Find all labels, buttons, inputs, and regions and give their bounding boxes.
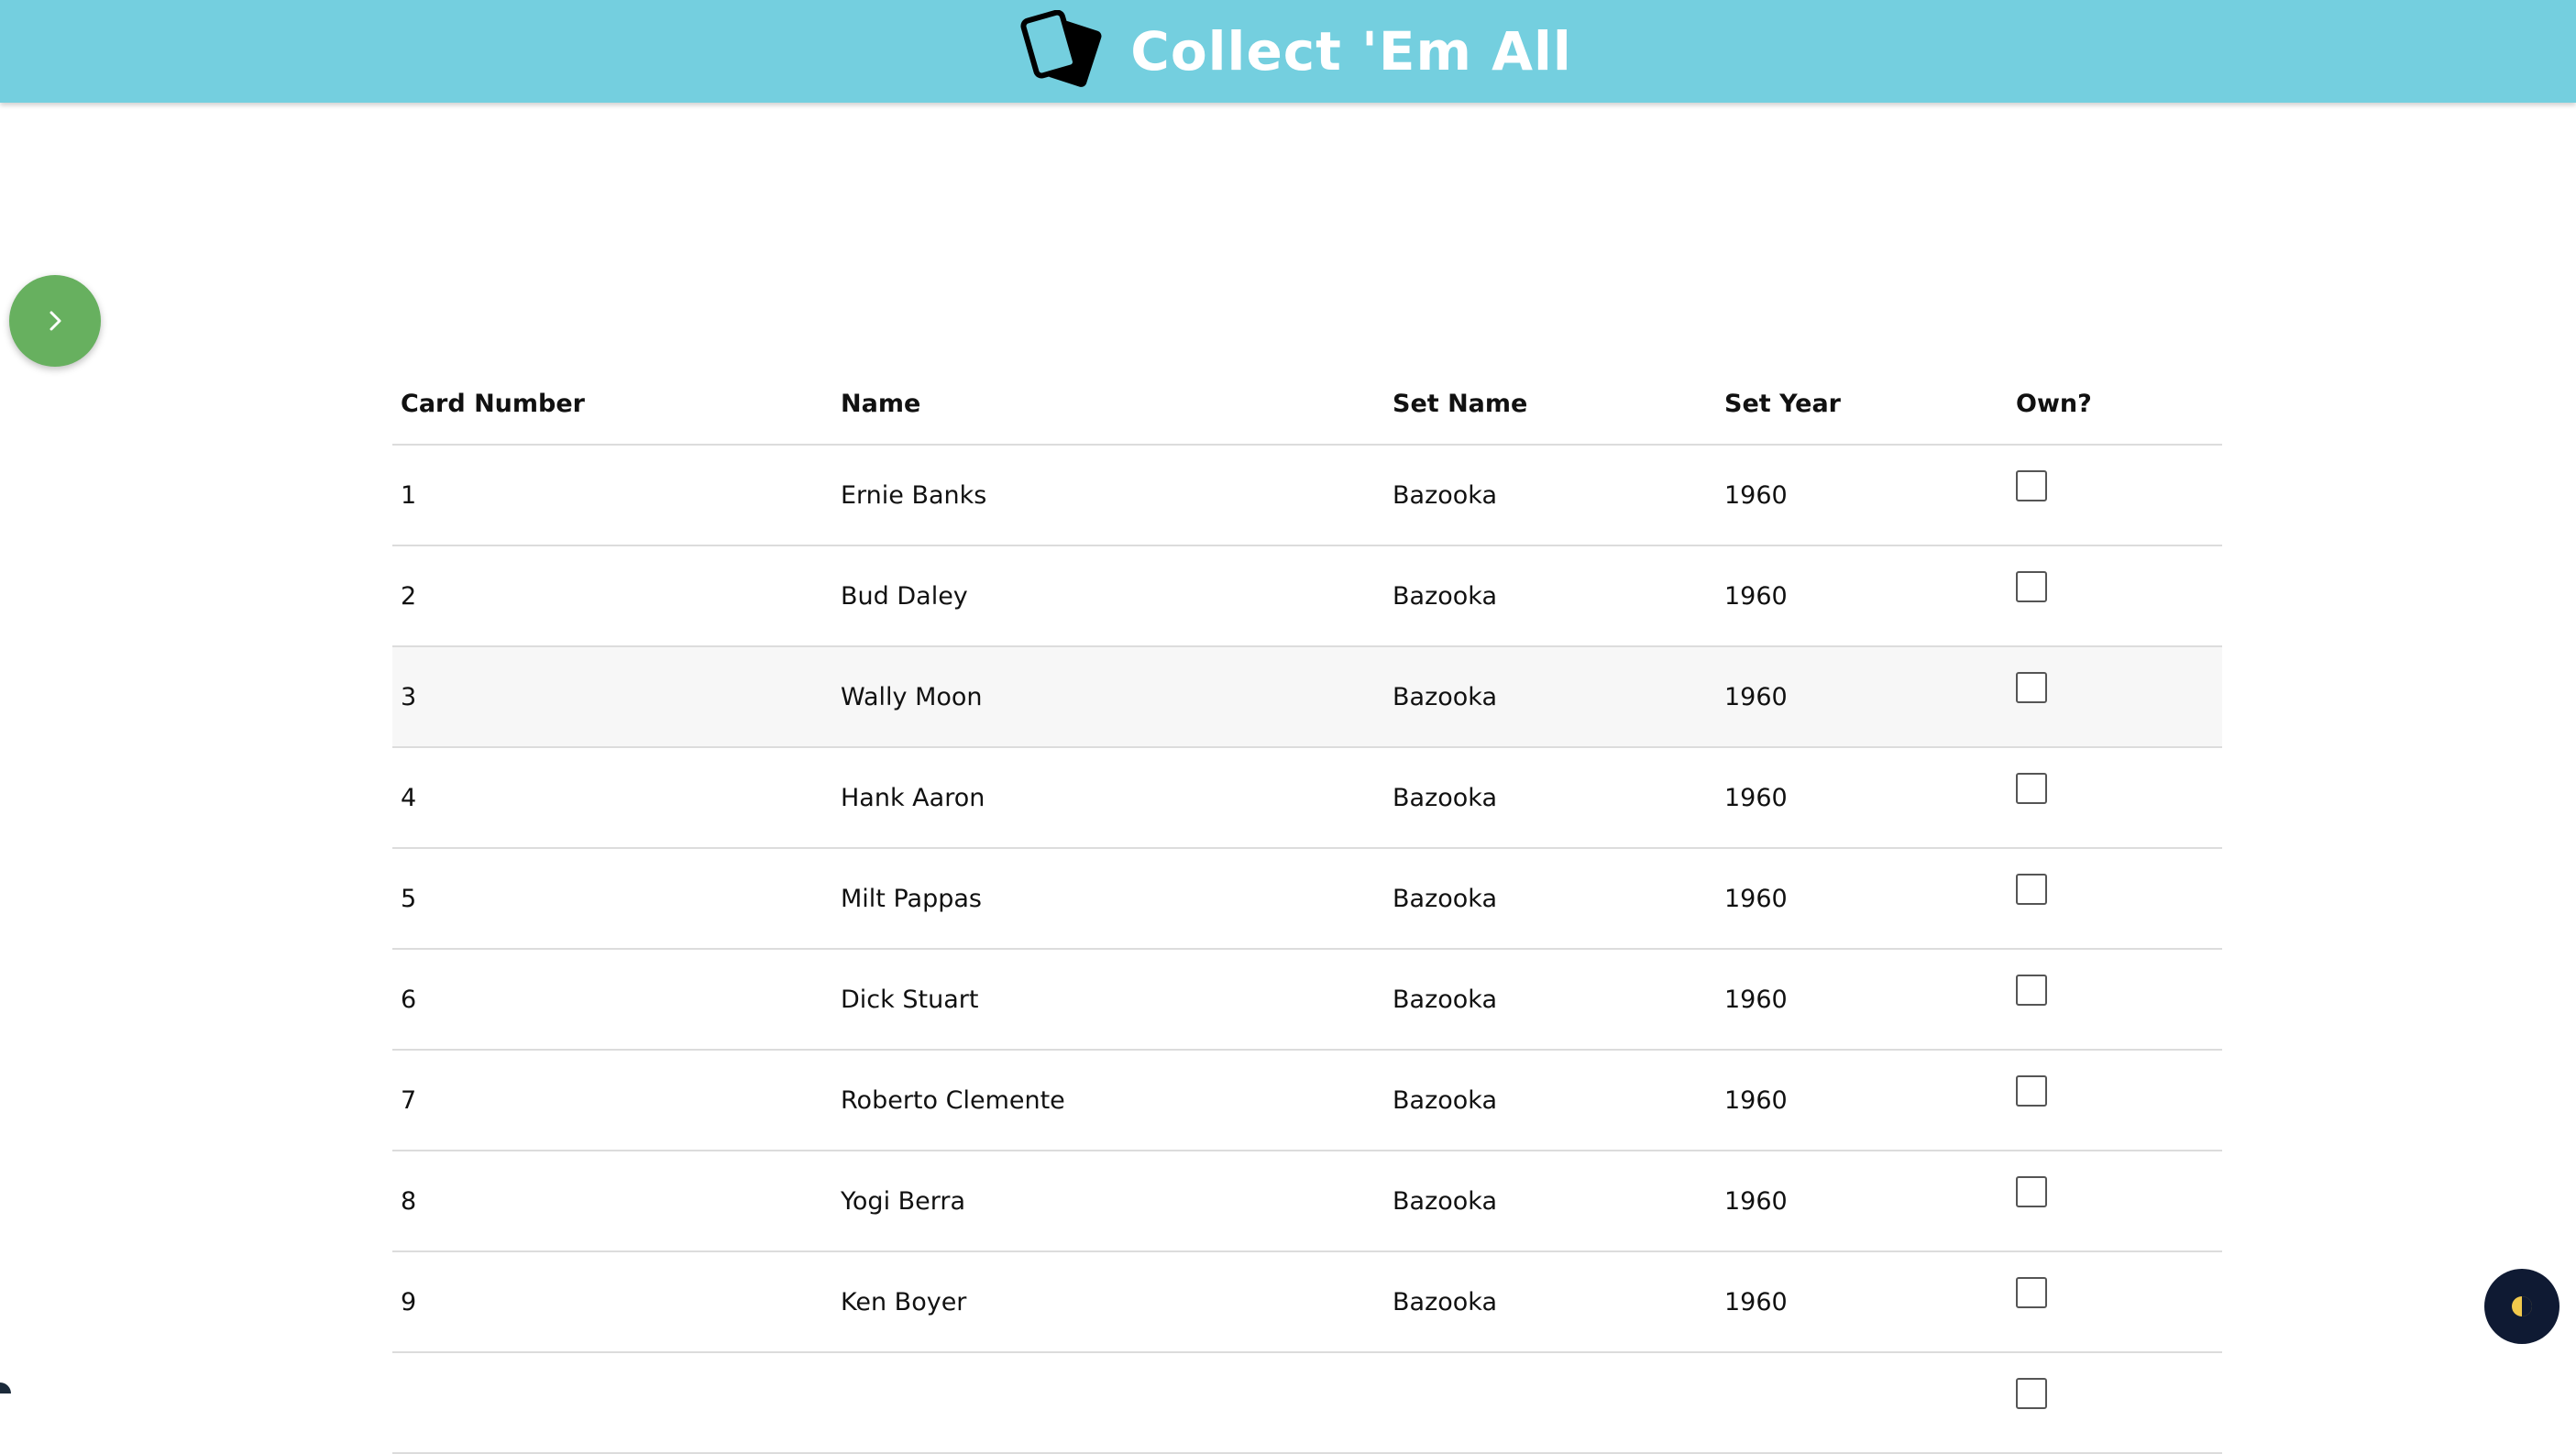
column-header-set-name[interactable]: Set Name: [1384, 363, 1716, 445]
table-row[interactable]: 5 Milt Pappas Bazooka 1960: [392, 848, 2222, 949]
name-cell: Roberto Clemente: [832, 1050, 1384, 1151]
set-name-cell: Bazooka: [1384, 1151, 1716, 1251]
card-number-cell: 6: [392, 949, 832, 1050]
app-title: Collect 'Em All: [1130, 25, 1571, 78]
card-number-cell: [392, 1352, 832, 1453]
half-moon-icon: [2509, 1294, 2535, 1319]
own-checkbox[interactable]: [2016, 672, 2047, 703]
own-cell: [2008, 1050, 2222, 1151]
set-name-cell: Bazooka: [1384, 848, 1716, 949]
card-number-cell: 8: [392, 1151, 832, 1251]
set-name-cell: Bazooka: [1384, 646, 1716, 747]
own-checkbox[interactable]: [2016, 571, 2047, 602]
name-cell: Ken Boyer: [832, 1251, 1384, 1352]
theme-toggle-button[interactable]: [2484, 1269, 2559, 1344]
own-checkbox[interactable]: [2016, 470, 2047, 501]
own-checkbox[interactable]: [2016, 1378, 2047, 1409]
name-cell: Yogi Berra: [832, 1151, 1384, 1251]
column-header-set-year[interactable]: Set Year: [1716, 363, 2008, 445]
table-row[interactable]: 2 Bud Daley Bazooka 1960: [392, 545, 2222, 646]
chevron-right-icon: [41, 307, 69, 335]
own-cell: [2008, 1151, 2222, 1251]
card-number-cell: 9: [392, 1251, 832, 1352]
own-cell: [2008, 445, 2222, 545]
card-number-cell: 1: [392, 445, 832, 545]
card-number-cell: 5: [392, 848, 832, 949]
set-name-cell: [1384, 1352, 1716, 1453]
set-name-cell: Bazooka: [1384, 949, 1716, 1050]
set-year-cell: 1960: [1716, 1151, 2008, 1251]
cards-table-container: Card Number Name Set Name Set Year Own? …: [392, 363, 2222, 1454]
column-header-name[interactable]: Name: [832, 363, 1384, 445]
name-cell: Dick Stuart: [832, 949, 1384, 1050]
sidebar-toggle-button[interactable]: [9, 275, 101, 367]
card-number-cell: 2: [392, 545, 832, 646]
table-row[interactable]: 9 Ken Boyer Bazooka 1960: [392, 1251, 2222, 1352]
own-checkbox[interactable]: [2016, 1176, 2047, 1207]
set-year-cell: 1960: [1716, 747, 2008, 848]
table-row[interactable]: 8 Yogi Berra Bazooka 1960: [392, 1151, 2222, 1251]
own-checkbox[interactable]: [2016, 975, 2047, 1006]
window-corner: [0, 1382, 11, 1393]
own-cell: [2008, 949, 2222, 1050]
set-year-cell: 1960: [1716, 445, 2008, 545]
card-number-cell: 4: [392, 747, 832, 848]
brand[interactable]: Collect 'Em All: [1018, 10, 1571, 93]
name-cell: Wally Moon: [832, 646, 1384, 747]
cards-icon: [1018, 10, 1106, 93]
card-number-cell: 7: [392, 1050, 832, 1151]
column-header-own[interactable]: Own?: [2008, 363, 2222, 445]
set-year-cell: 1960: [1716, 1050, 2008, 1151]
set-name-cell: Bazooka: [1384, 1050, 1716, 1151]
name-cell: Milt Pappas: [832, 848, 1384, 949]
set-year-cell: 1960: [1716, 848, 2008, 949]
own-cell: [2008, 747, 2222, 848]
set-year-cell: 1960: [1716, 545, 2008, 646]
table-row[interactable]: 4 Hank Aaron Bazooka 1960: [392, 747, 2222, 848]
table-header-row: Card Number Name Set Name Set Year Own?: [392, 363, 2222, 445]
own-checkbox[interactable]: [2016, 1277, 2047, 1308]
set-name-cell: Bazooka: [1384, 545, 1716, 646]
set-year-cell: 1960: [1716, 646, 2008, 747]
own-cell: [2008, 1251, 2222, 1352]
own-checkbox[interactable]: [2016, 874, 2047, 905]
name-cell: Bud Daley: [832, 545, 1384, 646]
name-cell: Hank Aaron: [832, 747, 1384, 848]
set-year-cell: 1960: [1716, 949, 2008, 1050]
name-cell: [832, 1352, 1384, 1453]
table-row-partial[interactable]: [392, 1352, 2222, 1453]
set-name-cell: Bazooka: [1384, 1251, 1716, 1352]
column-header-card-number[interactable]: Card Number: [392, 363, 832, 445]
own-cell: [2008, 646, 2222, 747]
table-row[interactable]: 3 Wally Moon Bazooka 1960: [392, 646, 2222, 747]
set-name-cell: Bazooka: [1384, 747, 1716, 848]
app-header: Collect 'Em All: [0, 0, 2576, 103]
own-cell: [2008, 848, 2222, 949]
card-number-cell: 3: [392, 646, 832, 747]
own-cell: [2008, 545, 2222, 646]
table-row[interactable]: 6 Dick Stuart Bazooka 1960: [392, 949, 2222, 1050]
table-row[interactable]: 1 Ernie Banks Bazooka 1960: [392, 445, 2222, 545]
set-name-cell: Bazooka: [1384, 445, 1716, 545]
name-cell: Ernie Banks: [832, 445, 1384, 545]
cards-table: Card Number Name Set Name Set Year Own? …: [392, 363, 2222, 1454]
own-cell: [2008, 1352, 2222, 1453]
own-checkbox[interactable]: [2016, 1075, 2047, 1107]
set-year-cell: 1960: [1716, 1251, 2008, 1352]
table-row[interactable]: 7 Roberto Clemente Bazooka 1960: [392, 1050, 2222, 1151]
own-checkbox[interactable]: [2016, 773, 2047, 804]
set-year-cell: [1716, 1352, 2008, 1453]
